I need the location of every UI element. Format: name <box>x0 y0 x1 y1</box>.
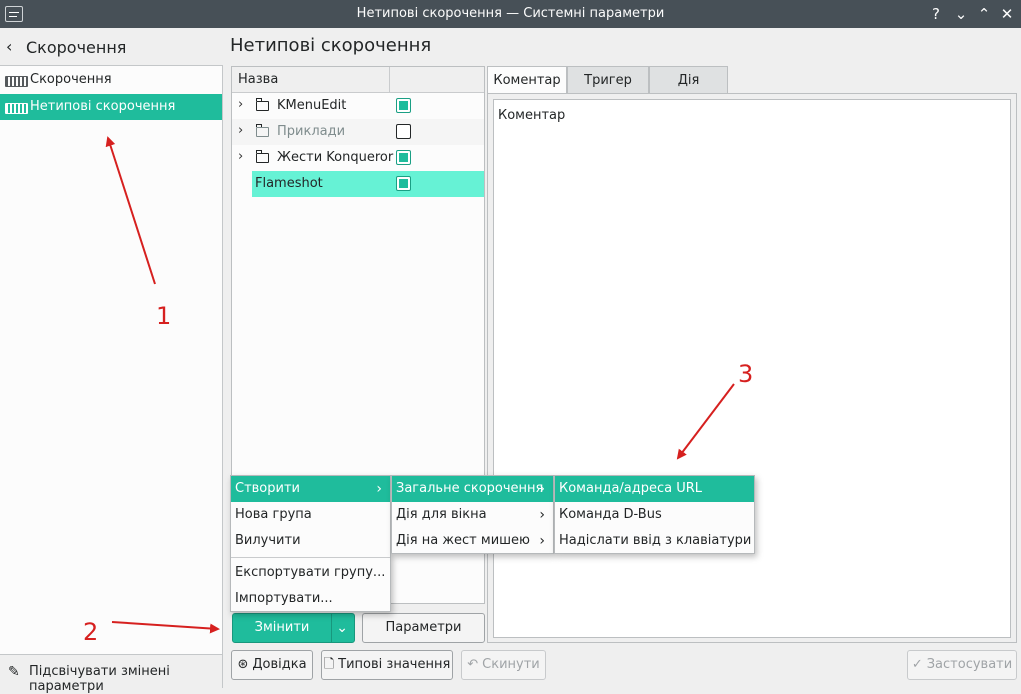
menu-item-command-url[interactable]: Команда/адреса URL <box>555 476 754 502</box>
close-icon[interactable]: ✕ <box>997 4 1017 24</box>
defaults-button-label: Типові значення <box>338 657 451 672</box>
menu-item-import[interactable]: Імпортувати... <box>231 586 390 612</box>
help-button[interactable]: ⊛ Довідка <box>231 650 313 680</box>
menu-item-label: Створити <box>235 481 300 496</box>
menu-item-label: Дія для вікна <box>396 507 487 522</box>
menu-item-label: Експортувати групу... <box>235 565 386 580</box>
folder-icon <box>256 150 269 163</box>
tab-bar: Коментар Тригер Дія <box>487 66 1017 94</box>
tab-trigger[interactable]: Тригер <box>567 66 649 94</box>
tree-row-name: Жести Konqueror <box>277 150 394 165</box>
column-name-label: Назва <box>238 72 279 87</box>
page-title: Нетипові скорочення <box>230 35 432 56</box>
menu-separator <box>231 557 390 558</box>
minimize-icon[interactable]: ⌄ <box>951 4 971 24</box>
menu-item-label: Загальне скорочення <box>396 481 544 496</box>
chevron-right-icon[interactable]: › <box>238 123 243 138</box>
column-divider[interactable] <box>389 67 390 93</box>
sidebar: ‹ Скорочення Скорочення Нетипові скороче… <box>0 28 223 694</box>
chevron-right-icon: › <box>539 533 545 549</box>
folder-icon <box>256 98 269 111</box>
menu-item-create[interactable]: Створити › <box>231 476 390 502</box>
comment-label: Коментар <box>498 108 566 123</box>
general-shortcut-submenu: Команда/адреса URL Команда D-Bus Надісла… <box>554 475 755 554</box>
keyboard-icon <box>5 76 28 87</box>
chevron-right-icon: › <box>539 481 545 497</box>
tree-row[interactable]: › Жести Konqueror <box>232 145 484 171</box>
highlight-changed-button[interactable]: ✎ Підсвічувати змінені параметри <box>0 654 222 694</box>
tree-row[interactable]: › Приклади <box>232 119 484 145</box>
menu-item-new-group[interactable]: Нова група <box>231 502 390 528</box>
change-menu: Створити › Нова група Вилучити Експортув… <box>230 475 391 612</box>
apply-button-label: Застосувати <box>926 657 1013 672</box>
menu-item-send-keyboard-input[interactable]: Надіслати ввід з клавіатури <box>555 528 754 554</box>
annotation-number-2: 2 <box>83 618 99 646</box>
tree-row-name: Flameshot <box>255 176 323 191</box>
enabled-checkbox[interactable] <box>396 150 411 165</box>
maximize-icon[interactable]: ⌃ <box>974 4 994 24</box>
menu-item-window-action[interactable]: Дія для вікна › <box>392 502 553 528</box>
split-divider <box>331 614 332 642</box>
enabled-checkbox[interactable] <box>396 124 411 139</box>
menu-item-export-group[interactable]: Експортувати групу... <box>231 560 390 586</box>
pen-icon: ✎ <box>8 664 20 680</box>
reset-button[interactable]: ↶ Скинути <box>461 650 546 680</box>
menu-item-delete[interactable]: Вилучити <box>231 528 390 554</box>
reset-button-label: Скинути <box>482 657 540 672</box>
menu-item-mouse-gesture-action[interactable]: Дія на жест мишею › <box>392 528 553 554</box>
menu-item-label: Надіслати ввід з клавіатури <box>559 533 752 548</box>
tab-comment[interactable]: Коментар <box>487 66 567 94</box>
tree-row-selected[interactable]: Flameshot <box>252 171 484 197</box>
tree-row-name: Приклади <box>277 124 346 139</box>
window-title: Нетипові скорочення — Системні параметри <box>356 6 665 21</box>
menu-item-label: Команда D-Bus <box>559 507 662 522</box>
highlight-changed-label: Підсвічувати змінені параметри <box>29 664 170 694</box>
sidebar-header[interactable]: ‹ Скорочення <box>0 28 223 66</box>
document-icon: 🗋 <box>323 657 335 672</box>
annotation-number-1: 1 <box>156 302 172 330</box>
sidebar-item-label: Нетипові скорочення <box>30 99 176 114</box>
keyboard-icon <box>5 103 28 114</box>
menu-item-label: Дія на жест мишею <box>396 533 530 548</box>
annotation-number-3: 3 <box>738 360 754 388</box>
tree-row[interactable]: › KMenuEdit <box>232 93 484 119</box>
undo-icon: ↶ <box>467 657 479 672</box>
create-submenu: Загальне скорочення › Дія для вікна › Ді… <box>391 475 554 554</box>
chevron-right-icon[interactable]: › <box>238 149 243 164</box>
folder-icon <box>256 124 269 137</box>
enabled-checkbox[interactable] <box>396 98 411 113</box>
chevron-right-icon: › <box>539 507 545 523</box>
sidebar-item-label: Скорочення <box>30 72 112 87</box>
apply-button[interactable]: ✓ Застосувати <box>907 650 1017 680</box>
lifebuoy-icon: ⊛ <box>237 657 249 672</box>
menu-item-label: Імпортувати... <box>235 591 333 606</box>
window-titlebar: Нетипові скорочення — Системні параметри… <box>0 0 1021 28</box>
tree-row-name: KMenuEdit <box>277 98 347 113</box>
sidebar-back-label[interactable]: Скорочення <box>26 38 126 57</box>
check-icon: ✓ <box>911 657 923 672</box>
sidebar-item-custom-shortcuts[interactable]: Нетипові скорочення <box>0 94 222 120</box>
chevron-right-icon[interactable]: › <box>238 97 243 112</box>
parameters-button[interactable]: Параметри <box>362 613 485 643</box>
menu-item-label: Вилучити <box>235 533 301 548</box>
menu-item-dbus-command[interactable]: Команда D-Bus <box>555 502 754 528</box>
menu-item-label: Команда/адреса URL <box>559 481 703 496</box>
tree-column-header[interactable]: Назва <box>232 67 484 93</box>
menu-item-label: Нова група <box>235 507 312 522</box>
menu-item-general-shortcut[interactable]: Загальне скорочення › <box>392 476 553 502</box>
change-button[interactable]: Змінити ⌄ <box>232 613 355 643</box>
enabled-checkbox[interactable] <box>396 176 411 191</box>
tab-action[interactable]: Дія <box>649 66 728 94</box>
chevron-right-icon: › <box>376 481 382 497</box>
help-button-label: Довідка <box>252 657 307 672</box>
help-icon[interactable]: ? <box>926 4 946 24</box>
sidebar-item-shortcuts[interactable]: Скорочення <box>0 67 222 93</box>
defaults-button[interactable]: 🗋 Типові значення <box>321 650 453 680</box>
change-button-label: Змінити <box>254 620 310 635</box>
chevron-left-icon[interactable]: ‹ <box>6 37 12 56</box>
chevron-down-icon[interactable]: ⌄ <box>336 614 348 642</box>
